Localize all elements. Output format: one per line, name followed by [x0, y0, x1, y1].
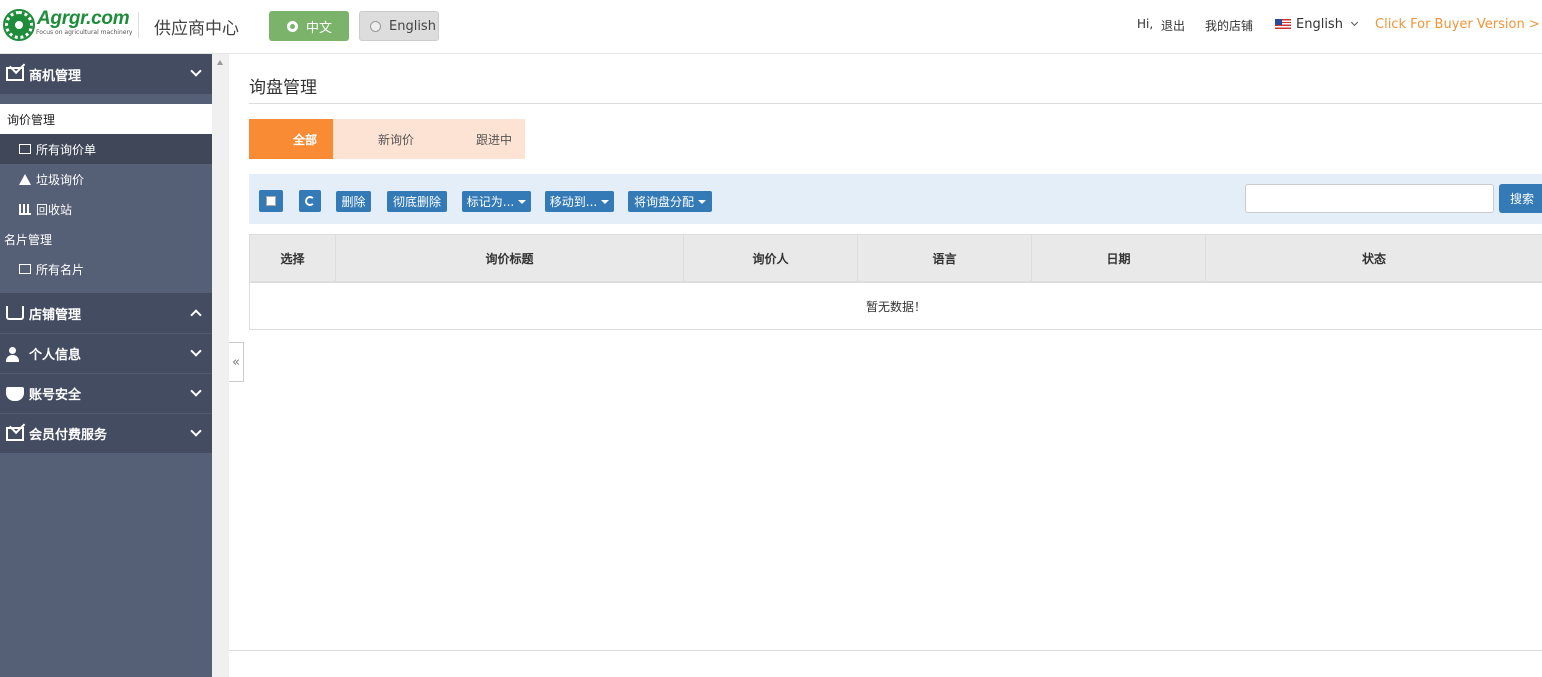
refresh-button[interactable]: [299, 190, 321, 212]
chevron-down-icon: [190, 65, 202, 77]
dropdown-label: 将询盘分配: [633, 195, 694, 209]
lang-option-label: 中文: [306, 20, 333, 36]
sidebar-gap: [0, 284, 212, 293]
sidebar-item-card-manage[interactable]: 名片管理: [0, 224, 212, 254]
caret-down-icon: [601, 199, 610, 204]
sidebar-item-label: 垃圾询价: [36, 172, 85, 187]
sidebar-group-security[interactable]: 账号安全: [0, 373, 212, 413]
column-header-title: 询价标题: [336, 235, 684, 281]
sidebar-item-inquiry-manage[interactable]: 询价管理: [0, 104, 212, 134]
user-lock-icon: [6, 346, 24, 362]
column-header-date: 日期: [1032, 235, 1206, 281]
search-button[interactable]: 搜索: [1499, 184, 1542, 213]
inquiry-table: 选择 询价标题 询价人 语言 日期 状态 暂无数据！: [249, 234, 1542, 330]
empty-table-message: 暂无数据！: [865, 299, 926, 314]
sidebar-item-label: 所有询价单: [36, 142, 97, 157]
supplier-center-title: 供应商中心: [154, 19, 239, 39]
main-content: 询盘管理 全部 新询价 跟进中 删除 彻底删除 标记为... 移动到... 将询…: [229, 54, 1542, 677]
sidebar-item-label: 所有名片: [36, 262, 85, 277]
sidebar: 商机管理 询价管理 所有询价单 垃圾询价 回收站 名片管理 所有名片 店铺管理 …: [0, 54, 212, 677]
header-divider: [138, 12, 139, 38]
chevron-down-icon: [190, 385, 202, 397]
checkbox-icon: [266, 196, 276, 206]
radio-unselected-icon: [370, 20, 381, 32]
scroll-up-icon[interactable]: [217, 60, 223, 65]
sidebar-group-membership[interactable]: 会员付费服务: [0, 413, 212, 453]
column-header-language: 语言: [858, 235, 1032, 281]
chevron-down-icon: [1351, 18, 1359, 27]
chevron-down-icon: [190, 345, 202, 357]
footer-divider: [229, 650, 1542, 651]
language-menu-label: English: [1296, 17, 1343, 32]
gear-logo-icon: [3, 9, 35, 41]
caret-down-icon: [518, 199, 527, 204]
sidebar-group-business[interactable]: 商机管理: [0, 54, 212, 94]
sidebar-item-all-inquiries[interactable]: 所有询价单: [0, 134, 212, 164]
delete-forever-button[interactable]: 彻底删除: [387, 191, 447, 212]
dropdown-label: 标记为...: [466, 195, 515, 209]
tab-new-inquiry[interactable]: 新询价: [333, 119, 429, 159]
warning-icon: [19, 173, 31, 185]
select-all-button[interactable]: [259, 190, 283, 212]
shield-check-icon: [6, 386, 24, 401]
page-title: 询盘管理: [249, 78, 317, 98]
lang-option-label: English: [389, 18, 436, 34]
shop-cart-icon: [6, 306, 24, 320]
sidebar-group-label: 商机管理: [29, 68, 82, 84]
sidebar-item-recycle-bin[interactable]: 回收站: [0, 194, 212, 224]
search-input[interactable]: [1245, 184, 1494, 213]
top-header: Agrgr.com Focus on agricultural machiner…: [0, 0, 1542, 54]
sidebar-group-profile[interactable]: 个人信息: [0, 333, 212, 373]
lang-option-english[interactable]: English: [359, 11, 439, 41]
site-logo[interactable]: Agrgr.com Focus on agricultural machiner…: [3, 8, 135, 41]
column-header-inquirer: 询价人: [684, 235, 858, 281]
greeting-text: Hi,: [1137, 17, 1154, 31]
radio-selected-icon: [287, 20, 298, 32]
envelope-icon: [6, 426, 24, 441]
my-store-link[interactable]: 我的店铺: [1205, 17, 1253, 34]
chevron-down-icon: [190, 425, 202, 437]
inquiry-tabs: 全部 新询价 跟进中: [249, 119, 525, 159]
logout-link[interactable]: 退出: [1161, 17, 1185, 34]
mark-as-dropdown[interactable]: 标记为...: [462, 191, 531, 212]
logo-text: Agrgr.com: [37, 8, 130, 29]
sidebar-group-label: 店铺管理: [29, 307, 82, 323]
logo-tagline: Focus on agricultural machinery: [36, 29, 133, 36]
envelope-icon: [19, 264, 31, 274]
sidebar-group-label: 个人信息: [29, 348, 82, 363]
envelope-icon: [19, 144, 31, 154]
column-header-select: 选择: [250, 235, 336, 281]
sidebar-group-label: 账号安全: [29, 388, 82, 403]
sidebar-item-spam-inquiries[interactable]: 垃圾询价: [0, 164, 212, 194]
envelope-icon: [6, 67, 24, 81]
sidebar-gap: [0, 94, 212, 104]
language-menu[interactable]: English: [1275, 17, 1359, 32]
refresh-icon: [305, 196, 315, 206]
sidebar-scrollbar[interactable]: [212, 54, 229, 677]
chevron-up-icon: [190, 309, 202, 321]
title-divider: [249, 103, 1542, 104]
sidebar-item-label: 回收站: [36, 202, 73, 217]
lang-option-chinese[interactable]: 中文: [269, 11, 349, 41]
sidebar-group-store[interactable]: 店铺管理: [0, 293, 212, 333]
assign-inquiry-dropdown[interactable]: 将询盘分配: [628, 191, 712, 212]
tab-all[interactable]: 全部: [249, 119, 333, 159]
tab-following-up[interactable]: 跟进中: [429, 119, 525, 159]
buyer-version-link[interactable]: Click For Buyer Version >: [1375, 17, 1540, 32]
sidebar-item-all-cards[interactable]: 所有名片: [0, 254, 212, 284]
inquiry-toolbar: 删除 彻底删除 标记为... 移动到... 将询盘分配 搜索: [249, 174, 1542, 224]
table-header: 选择 询价标题 询价人 语言 日期 状态: [250, 235, 1542, 283]
caret-down-icon: [698, 199, 706, 204]
sidebar-group-label: 会员付费服务: [29, 428, 108, 443]
us-flag-icon: [1275, 19, 1291, 29]
dropdown-label: 移动到...: [549, 195, 598, 209]
bank-icon: [19, 203, 31, 215]
column-header-status: 状态: [1361, 251, 1386, 266]
move-to-dropdown[interactable]: 移动到...: [545, 191, 614, 212]
delete-button[interactable]: 删除: [336, 191, 371, 212]
